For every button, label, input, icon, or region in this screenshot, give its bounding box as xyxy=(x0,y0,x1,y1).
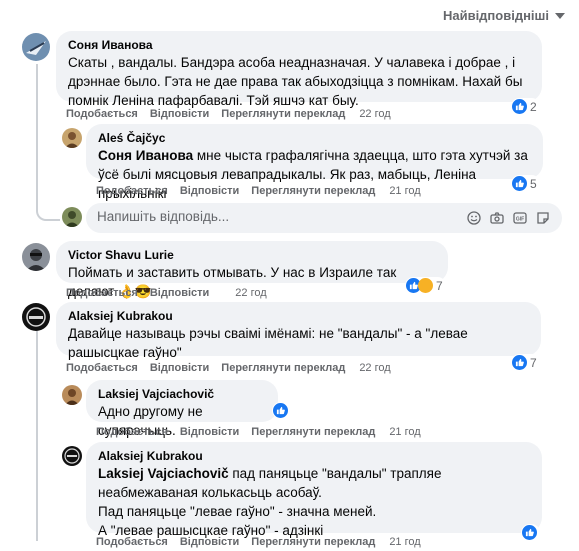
like-button[interactable]: Подобається xyxy=(96,536,168,548)
timestamp[interactable]: 22 год xyxy=(235,287,266,299)
reply-button[interactable]: Відповісти xyxy=(150,287,209,299)
avatar[interactable] xyxy=(22,33,50,61)
comment-bubble: Соня Иванова Скаты , вандалы. Бандэра ас… xyxy=(56,31,542,108)
like-button[interactable]: Подобається xyxy=(66,287,138,299)
avatar[interactable] xyxy=(62,385,82,405)
emoji-icon[interactable] xyxy=(467,211,481,225)
reply-input[interactable]: Напишіть відповідь... GIF xyxy=(86,203,562,233)
reaction-count[interactable]: 7 xyxy=(511,354,540,371)
sort-dropdown[interactable]: Найвідповідніші xyxy=(443,8,565,23)
timestamp[interactable]: 22 год xyxy=(359,108,390,120)
avatar[interactable] xyxy=(62,128,82,148)
gif-icon[interactable]: GIF xyxy=(513,211,527,225)
svg-text:GIF: GIF xyxy=(516,217,524,223)
see-translation-link[interactable]: Переглянути переклад xyxy=(251,185,375,197)
comment-bubble: Alaksiej Kubrakou Давайце называць рэчы … xyxy=(56,302,541,360)
reply-button[interactable]: Відповісти xyxy=(150,108,209,120)
comment-bubble: Victor Shavu Lurie Поймать и заставить о… xyxy=(56,241,448,299)
like-button[interactable]: Подобається xyxy=(66,362,138,374)
comment-author[interactable]: Соня Иванова xyxy=(68,37,530,53)
comment-actions: Подобається Відповісти Переглянути перек… xyxy=(96,536,421,548)
see-translation-link[interactable]: Переглянути переклад xyxy=(221,362,345,374)
sticker-icon[interactable] xyxy=(536,211,550,225)
reply-placeholder: Напишіть відповідь... xyxy=(97,209,230,224)
timestamp[interactable]: 21 год xyxy=(389,185,420,197)
like-icon xyxy=(512,99,527,114)
like-icon xyxy=(522,525,537,540)
like-button[interactable]: Подобається xyxy=(96,426,168,438)
comment-author[interactable]: Laksiej Vajciachovič xyxy=(98,386,266,402)
like-icon xyxy=(512,355,527,370)
sort-label: Найвідповідніші xyxy=(442,8,549,23)
see-translation-link[interactable]: Переглянути переклад xyxy=(251,426,375,438)
thread-line xyxy=(36,326,38,541)
comment-bubble: Laksiej Vajciachovič Адно другому не суп… xyxy=(86,380,278,438)
comment-author[interactable]: Alaksiej Kubrakou xyxy=(98,448,530,464)
avatar[interactable] xyxy=(22,303,50,331)
comment-author[interactable]: Aleś Čajčyc xyxy=(98,130,531,146)
comment-text: Laksiej Vajciachovič пад паняцьце "ванда… xyxy=(98,466,442,500)
timestamp[interactable]: 21 год xyxy=(389,536,420,548)
comment-actions: Подобається Відповісти Переглянути перек… xyxy=(96,426,421,438)
reply-button[interactable]: Відповісти xyxy=(180,536,239,548)
comment-text: Давайце называць рэчы сваімі імёнамі: не… xyxy=(68,326,468,360)
comment-actions: Подобається Відповісти 22 год xyxy=(66,287,267,299)
timestamp[interactable]: 22 год xyxy=(359,362,390,374)
comment-text: Скаты , вандалы. Бандэра асоба неадназна… xyxy=(68,55,523,108)
reaction-count[interactable]: 5 xyxy=(511,175,540,192)
sad-reaction-icon xyxy=(418,278,433,293)
reaction-count[interactable] xyxy=(521,524,540,541)
current-user-avatar xyxy=(62,207,82,227)
like-button[interactable]: Подобається xyxy=(66,108,138,120)
comment-bubble: Aleś Čajčyc Соня Иванова мне чыста графа… xyxy=(86,124,543,201)
comment-actions: Подобається Відповісти Переглянути перек… xyxy=(96,185,421,197)
timestamp[interactable]: 21 год xyxy=(389,426,420,438)
like-icon xyxy=(512,176,527,191)
reply-button[interactable]: Відповісти xyxy=(180,426,239,438)
camera-icon[interactable] xyxy=(490,211,504,225)
like-icon xyxy=(273,403,288,418)
see-translation-link[interactable]: Переглянути переклад xyxy=(251,536,375,548)
reaction-count[interactable]: 2 xyxy=(511,98,540,115)
avatar[interactable] xyxy=(62,446,82,466)
comment-actions: Подобається Відповісти Переглянути перек… xyxy=(66,362,391,374)
comment-bubble: Alaksiej Kubrakou Laksiej Vajciachovič п… xyxy=(86,442,542,538)
like-button[interactable]: Подобається xyxy=(96,185,168,197)
mention-link[interactable]: Соня Иванова xyxy=(98,148,193,163)
comment-author[interactable]: Victor Shavu Lurie xyxy=(68,247,436,263)
avatar[interactable] xyxy=(22,243,50,271)
chevron-down-icon xyxy=(555,12,565,19)
reaction-count[interactable]: 7 xyxy=(405,277,446,294)
comment-actions: Подобається Відповісти Переглянути перек… xyxy=(66,108,391,120)
see-translation-link[interactable]: Переглянути переклад xyxy=(221,108,345,120)
reaction-count[interactable] xyxy=(272,402,291,419)
mention-link[interactable]: Laksiej Vajciachovič xyxy=(98,466,229,481)
reply-button[interactable]: Відповісти xyxy=(150,362,209,374)
reply-button[interactable]: Відповісти xyxy=(180,185,239,197)
comment-author[interactable]: Alaksiej Kubrakou xyxy=(68,308,529,324)
comment-text-line: Пад паняцьце "левае гаўно" - значна мене… xyxy=(98,504,377,519)
